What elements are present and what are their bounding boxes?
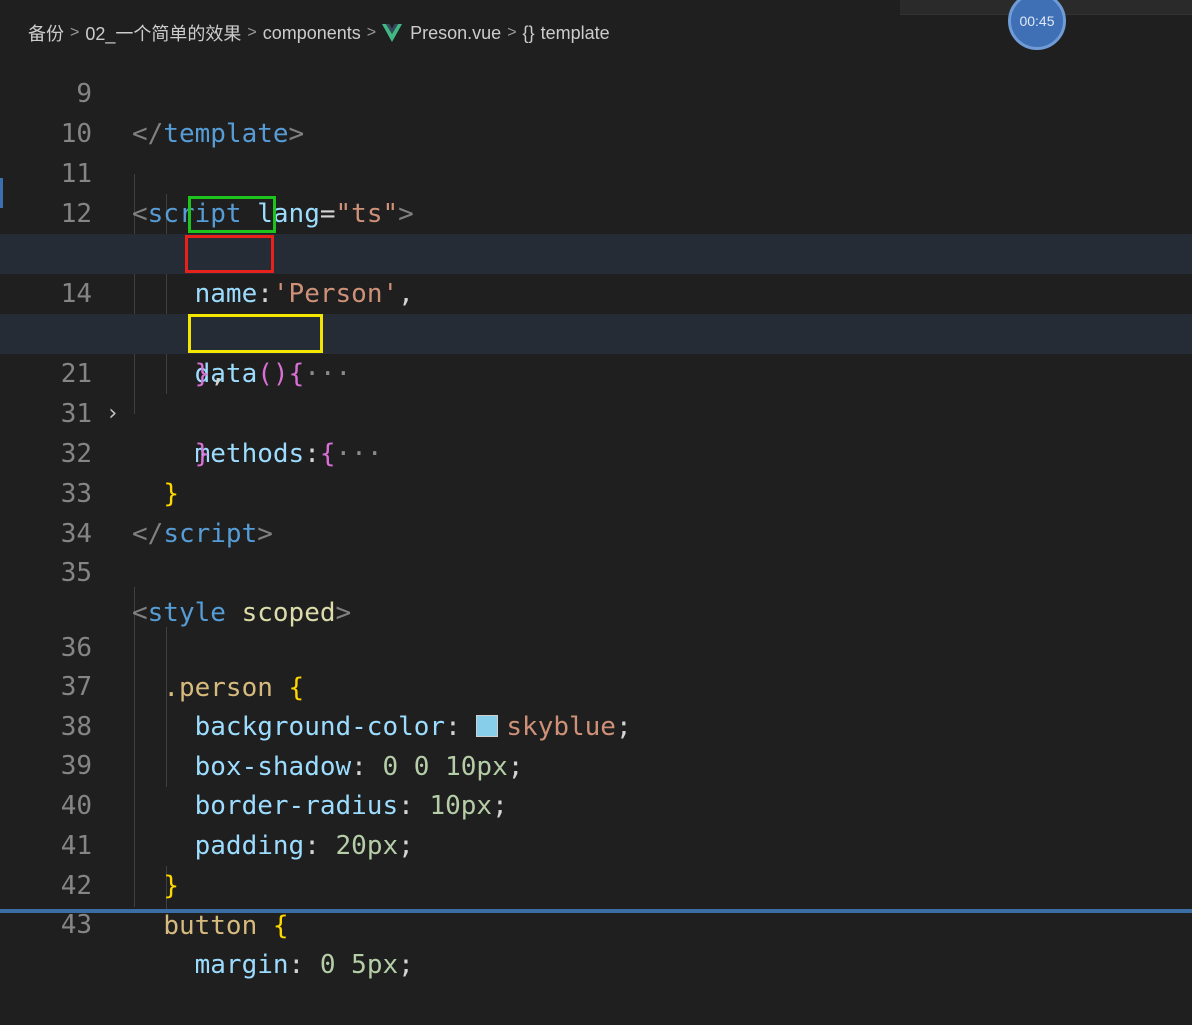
code-line: 34 bbox=[0, 474, 1192, 549]
vue-logo-icon bbox=[382, 24, 403, 42]
code-line: 10 bbox=[0, 74, 1192, 149]
code-line: 31 } bbox=[0, 354, 1192, 469]
breadcrumb-item-backup[interactable]: 备份 bbox=[28, 20, 64, 46]
code-line: 43 margin: 0 5px; bbox=[0, 865, 1192, 980]
code-line: 38 box-shadow: 0 0 10px; bbox=[0, 667, 1192, 782]
code-line: 41 } bbox=[0, 786, 1192, 901]
code-line: 12 export default { bbox=[0, 154, 1192, 269]
code-line-folded: 21 › methods:{··· bbox=[0, 314, 1192, 469]
breadcrumb-item-file[interactable]: Preson.vue bbox=[410, 23, 501, 44]
code-line: 36 .person { bbox=[0, 588, 1192, 703]
code-line: 42 button { bbox=[0, 826, 1192, 941]
breadcrumb-separator: > bbox=[70, 24, 80, 41]
breadcrumb-separator: > bbox=[366, 24, 377, 41]
code-line: 20 }, bbox=[0, 274, 1192, 389]
breadcrumb-item-template[interactable]: template bbox=[541, 23, 610, 44]
braces-icon: {} bbox=[522, 22, 535, 43]
code-line: 35 <style scoped> bbox=[0, 513, 1192, 628]
code-line: 32 } bbox=[0, 394, 1192, 509]
code-line: 33 </script> bbox=[0, 434, 1192, 549]
code-line: 37 background-color: skyblue; bbox=[0, 627, 1192, 742]
css-value: 0 bbox=[319, 950, 336, 980]
code-line: 39 border-radius: 10px; bbox=[0, 706, 1192, 821]
code-line: 13 name:'Person', bbox=[0, 194, 1192, 309]
code-editor[interactable]: 9 </template> 10 11 <script lang="ts"> 1… bbox=[0, 0, 1192, 980]
breadcrumb-item-components[interactable]: components bbox=[263, 23, 361, 44]
css-value: 5px bbox=[351, 950, 399, 980]
css-selector: button bbox=[163, 911, 258, 941]
breadcrumb: 备份 > 02_一个简单的效果 > components > Preson.vu… bbox=[28, 20, 610, 46]
breadcrumb-separator: > bbox=[247, 24, 257, 41]
breadcrumb-separator: > bbox=[507, 24, 517, 41]
code-line: 40 padding: 20px; bbox=[0, 746, 1192, 861]
code-line-folded: 14 › data(){··· bbox=[0, 234, 1192, 389]
breadcrumb-item-project[interactable]: 02_一个简单的效果 bbox=[85, 20, 241, 46]
line-number: 35 bbox=[60, 558, 92, 588]
css-property: margin bbox=[194, 950, 289, 980]
semicolon: ; bbox=[398, 950, 414, 980]
colon: : bbox=[288, 950, 305, 980]
status-bar-edge bbox=[0, 909, 1192, 913]
brace: { bbox=[272, 911, 289, 941]
code-line: 11 <script lang="ts"> bbox=[0, 114, 1192, 229]
